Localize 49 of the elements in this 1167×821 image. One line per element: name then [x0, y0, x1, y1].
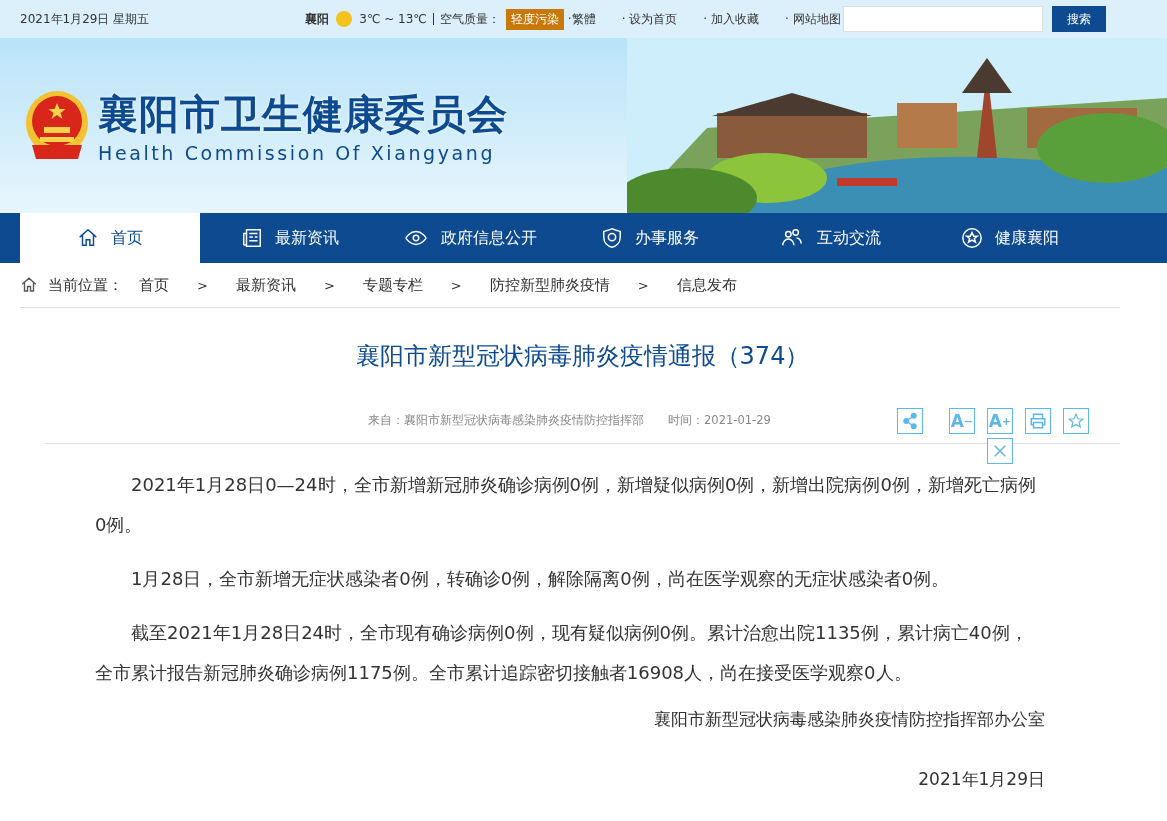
article-paragraph: 1月28日，全市新增无症状感染者0例，转确诊0例，解除隔离0例，尚在医学观察的无症状感染者0例。	[130, 567, 951, 591]
article-paragraph: 截至2021年1月28日24时，全市现有确诊病例0例，现有疑似病例0例。累计治愈出院1135例，累计病亡40例，全市累计报告新冠肺炎确诊病例1175例。全市累计追踪密切接触者16908人，尚在接受医学观察0人。	[94, 621, 1029, 685]
breadcrumb-separator: >	[323, 277, 335, 293]
article-title: 襄阳市新型冠状病毒肺炎疫情通报（374）	[354, 341, 811, 372]
search-field[interactable]	[843, 6, 1043, 32]
favorite-button[interactable]	[1062, 408, 1089, 434]
sun-icon	[335, 10, 354, 28]
breadcrumb-link[interactable]: 专题专栏	[362, 275, 423, 295]
printer-icon	[1028, 412, 1047, 430]
top-link[interactable]: · 加入收藏	[703, 10, 759, 28]
date-text: 2021年1月29日 星期五	[20, 10, 150, 28]
nav-tab[interactable]: 最新资讯	[200, 213, 380, 263]
city-name: 襄阳	[305, 10, 330, 28]
newspaper-icon	[241, 227, 263, 249]
nav-tab[interactable]: 政府信息公开	[380, 213, 560, 263]
breadcrumb-separator: >	[637, 277, 649, 293]
share-icon	[900, 412, 919, 430]
signature-text: 襄阳市新型冠状病毒感染肺炎疫情防控指挥部办公室	[653, 709, 1045, 729]
print-button[interactable]	[1024, 408, 1051, 434]
time-text: 时间：2021-01-29	[668, 413, 771, 428]
source-text: 来自：襄阳市新型冠状病毒感染肺炎疫情防控指挥部	[368, 413, 644, 428]
site-subtitle: Health Commission Of Xiangyang	[98, 142, 497, 164]
close-button[interactable]	[986, 438, 1013, 464]
share-button[interactable]	[896, 408, 923, 434]
breadcrumb-link[interactable]: 最新资讯	[235, 275, 296, 295]
home-icon	[77, 227, 99, 249]
breadcrumb-link[interactable]: 防控新型肺炎疫情	[489, 275, 610, 295]
air-quality-badge: 轻度污染	[505, 8, 564, 30]
location-label: 当前位置：	[48, 275, 123, 295]
top-link[interactable]: ·繁體	[567, 10, 596, 28]
article-date: 2021年1月29日	[917, 769, 1045, 789]
home-icon	[20, 276, 38, 294]
top-link[interactable]: · 网站地图	[784, 10, 841, 28]
breadcrumb-separator: >	[450, 277, 462, 293]
air-quality-label: 空气质量：	[439, 10, 500, 28]
top-link[interactable]: · 设为首页	[621, 10, 678, 28]
search-button[interactable]: 搜索	[1052, 6, 1106, 32]
breadcrumb-separator: >	[197, 277, 208, 293]
site-title: 襄阳市卫生健康委员会	[98, 90, 508, 139]
nav-tab[interactable]: 首页	[20, 213, 200, 263]
nav-tab[interactable]: 互动交流	[740, 213, 920, 263]
star-icon	[1066, 412, 1085, 430]
shield-icon	[601, 227, 623, 249]
nav-tab[interactable]: 办事服务	[560, 213, 740, 263]
article-paragraph: 2021年1月28日0—24时，全市新增新冠肺炎确诊病例0例，新增疑似病例0例，新增出院病例0例，新增死亡病例0例。	[94, 473, 1037, 537]
nav-tab[interactable]: 健康襄阳	[920, 213, 1100, 263]
temperature-text: 3℃ ~ 13℃	[359, 12, 427, 26]
breadcrumb-link[interactable]: 首页	[139, 275, 169, 295]
breadcrumb-link[interactable]: 信息发布	[676, 275, 737, 295]
